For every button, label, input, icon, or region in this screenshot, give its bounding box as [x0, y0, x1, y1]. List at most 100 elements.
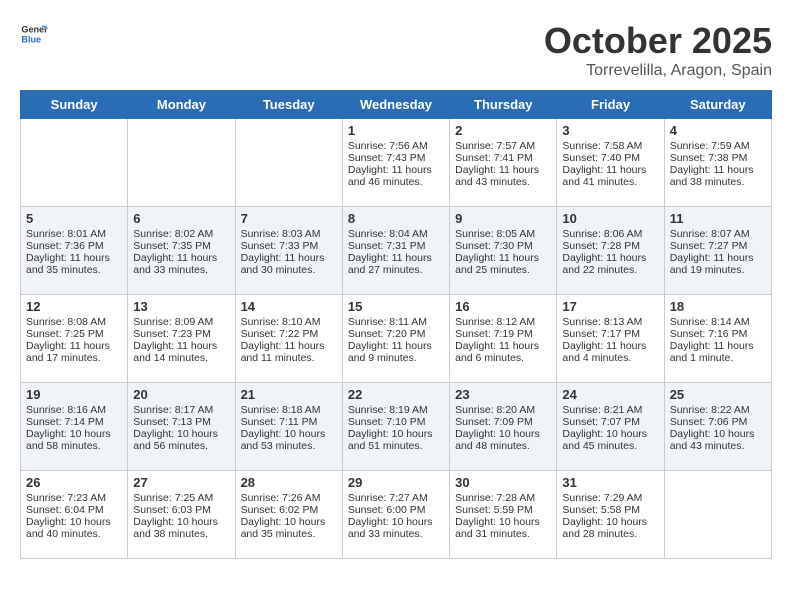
calendar-week-row: 5Sunrise: 8:01 AMSunset: 7:36 PMDaylight… [21, 207, 772, 295]
cell-info: Sunset: 7:41 PM [455, 152, 551, 164]
cell-info: Daylight: 11 hours [348, 164, 444, 176]
cell-info: Sunset: 7:17 PM [562, 328, 658, 340]
day-number: 18 [670, 299, 766, 314]
day-number: 29 [348, 475, 444, 490]
location-title: Torrevelilla, Aragon, Spain [544, 62, 772, 80]
cell-info: Daylight: 10 hours [241, 516, 337, 528]
cell-info: Sunrise: 7:57 AM [455, 140, 551, 152]
cell-info: Sunset: 7:40 PM [562, 152, 658, 164]
calendar-week-row: 1Sunrise: 7:56 AMSunset: 7:43 PMDaylight… [21, 119, 772, 207]
day-number: 25 [670, 387, 766, 402]
calendar-cell: 15Sunrise: 8:11 AMSunset: 7:20 PMDayligh… [342, 295, 449, 383]
calendar-cell [235, 119, 342, 207]
cell-info: Sunset: 7:16 PM [670, 328, 766, 340]
cell-info: Sunrise: 8:04 AM [348, 228, 444, 240]
cell-info: Daylight: 11 hours [348, 340, 444, 352]
calendar-cell: 21Sunrise: 8:18 AMSunset: 7:11 PMDayligh… [235, 383, 342, 471]
weekday-header: Friday [557, 91, 664, 119]
cell-info: and 43 minutes. [455, 176, 551, 188]
cell-info: Daylight: 11 hours [348, 252, 444, 264]
day-number: 10 [562, 211, 658, 226]
cell-info: Sunset: 5:58 PM [562, 504, 658, 516]
calendar-cell: 23Sunrise: 8:20 AMSunset: 7:09 PMDayligh… [450, 383, 557, 471]
calendar-cell: 3Sunrise: 7:58 AMSunset: 7:40 PMDaylight… [557, 119, 664, 207]
calendar-cell: 19Sunrise: 8:16 AMSunset: 7:14 PMDayligh… [21, 383, 128, 471]
weekday-header: Tuesday [235, 91, 342, 119]
cell-info: Sunset: 7:14 PM [26, 416, 122, 428]
cell-info: Sunrise: 7:58 AM [562, 140, 658, 152]
cell-info: and 38 minutes. [670, 176, 766, 188]
cell-info: Sunset: 7:22 PM [241, 328, 337, 340]
calendar-cell: 14Sunrise: 8:10 AMSunset: 7:22 PMDayligh… [235, 295, 342, 383]
cell-info: Daylight: 10 hours [348, 428, 444, 440]
cell-info: and 43 minutes. [670, 440, 766, 452]
cell-info: Sunset: 7:23 PM [133, 328, 229, 340]
calendar-cell [21, 119, 128, 207]
cell-info: and 17 minutes. [26, 352, 122, 364]
cell-info: Sunset: 7:33 PM [241, 240, 337, 252]
cell-info: Daylight: 10 hours [455, 516, 551, 528]
weekday-header: Thursday [450, 91, 557, 119]
day-number: 24 [562, 387, 658, 402]
cell-info: Sunset: 7:09 PM [455, 416, 551, 428]
cell-info: Sunrise: 8:12 AM [455, 316, 551, 328]
cell-info: Sunset: 5:59 PM [455, 504, 551, 516]
cell-info: and 30 minutes. [241, 264, 337, 276]
calendar-table: SundayMondayTuesdayWednesdayThursdayFrid… [20, 90, 772, 559]
cell-info: and 22 minutes. [562, 264, 658, 276]
calendar-week-row: 26Sunrise: 7:23 AMSunset: 6:04 PMDayligh… [21, 471, 772, 559]
cell-info: Sunset: 7:06 PM [670, 416, 766, 428]
calendar-cell: 18 Sunrise: 8:14 AMSunset: 7:16 PMDayligh… [664, 295, 771, 383]
cell-info: Daylight: 11 hours [670, 252, 766, 264]
day-number: 26 [26, 475, 122, 490]
cell-info: and 35 minutes. [26, 264, 122, 276]
cell-info: and 56 minutes. [133, 440, 229, 452]
day-number: 19 [26, 387, 122, 402]
day-number: 20 [133, 387, 229, 402]
cell-info: and 41 minutes. [562, 176, 658, 188]
title-block: October 2025 Torrevelilla, Aragon, Spain [544, 20, 772, 80]
day-number: 31 [562, 475, 658, 490]
calendar-cell: 6Sunrise: 8:02 AMSunset: 7:35 PMDaylight… [128, 207, 235, 295]
cell-info: and 58 minutes. [26, 440, 122, 452]
month-title: October 2025 [544, 20, 772, 62]
day-number: 15 [348, 299, 444, 314]
cell-info: Daylight: 10 hours [26, 428, 122, 440]
cell-info: Sunrise: 8:14 AM [670, 316, 766, 328]
cell-info: Sunset: 7:13 PM [133, 416, 229, 428]
cell-info: Sunrise: 7:25 AM [133, 492, 229, 504]
cell-info: and 14 minutes. [133, 352, 229, 364]
cell-info: Daylight: 11 hours [670, 340, 766, 352]
day-number: 9 [455, 211, 551, 226]
day-number: 22 [348, 387, 444, 402]
calendar-week-row: 12Sunrise: 8:08 AMSunset: 7:25 PMDayligh… [21, 295, 772, 383]
calendar-cell [664, 471, 771, 559]
cell-info: Sunrise: 8:18 AM [241, 404, 337, 416]
calendar-cell: 8Sunrise: 8:04 AMSunset: 7:31 PMDaylight… [342, 207, 449, 295]
day-number: 7 [241, 211, 337, 226]
cell-info: Sunset: 6:02 PM [241, 504, 337, 516]
calendar-cell: 12Sunrise: 8:08 AMSunset: 7:25 PMDayligh… [21, 295, 128, 383]
cell-info: Sunrise: 8:19 AM [348, 404, 444, 416]
cell-info: Daylight: 10 hours [133, 428, 229, 440]
cell-info: Sunrise: 8:22 AM [670, 404, 766, 416]
cell-info: Sunrise: 8:20 AM [455, 404, 551, 416]
weekday-header: Sunday [21, 91, 128, 119]
day-number: 3 [562, 123, 658, 138]
cell-info: Daylight: 10 hours [348, 516, 444, 528]
calendar-cell: 25Sunrise: 8:22 AMSunset: 7:06 PMDayligh… [664, 383, 771, 471]
cell-info: Sunrise: 8:09 AM [133, 316, 229, 328]
weekday-header-row: SundayMondayTuesdayWednesdayThursdayFrid… [21, 91, 772, 119]
cell-info: Sunrise: 8:11 AM [348, 316, 444, 328]
day-number: 8 [348, 211, 444, 226]
cell-info: and 33 minutes. [348, 528, 444, 540]
cell-info: Sunrise: 8:03 AM [241, 228, 337, 240]
day-number: 30 [455, 475, 551, 490]
cell-info: and 40 minutes. [26, 528, 122, 540]
cell-info: and 51 minutes. [348, 440, 444, 452]
cell-info: Sunrise: 7:56 AM [348, 140, 444, 152]
weekday-header: Monday [128, 91, 235, 119]
cell-info: and 53 minutes. [241, 440, 337, 452]
cell-info: Sunrise: 8:07 AM [670, 228, 766, 240]
calendar-cell: 28Sunrise: 7:26 AMSunset: 6:02 PMDayligh… [235, 471, 342, 559]
